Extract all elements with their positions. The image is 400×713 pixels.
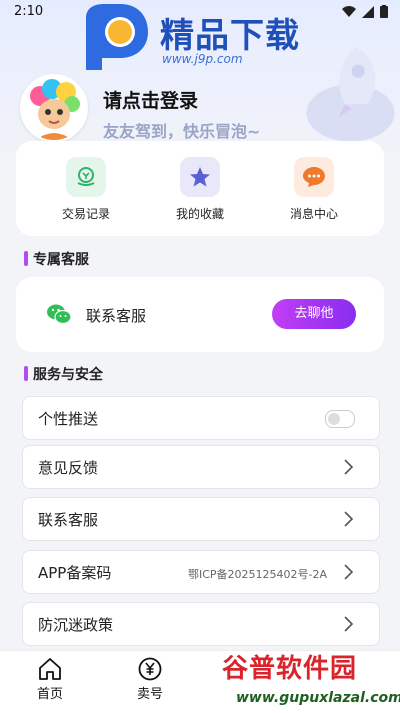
quick-action-icon-bg <box>294 157 334 197</box>
chat-button[interactable]: 去聊他 <box>272 299 356 329</box>
profile-subtitle: 友友驾到，快乐冒泡~ <box>103 122 261 141</box>
settings-row-feedback[interactable]: 意见反馈 <box>22 445 380 489</box>
settings-row-contact[interactable]: 联系客服 <box>22 497 380 541</box>
watermark-gupu-title: 谷普软件园 <box>222 654 358 684</box>
quick-action-icon-bg <box>66 157 106 197</box>
status-time: 2:10 <box>14 4 44 19</box>
quick-action-transactions[interactable]: 交易记录 <box>36 157 136 222</box>
message-icon <box>303 167 325 187</box>
section-title-exclusive-service: 专属客服 <box>24 249 89 269</box>
battery-icon <box>380 5 388 18</box>
settings-row-label: 意见反馈 <box>38 459 99 477</box>
quick-action-icon-bg <box>180 157 220 197</box>
push-toggle[interactable] <box>325 410 355 428</box>
signal-icon <box>362 5 374 18</box>
quick-action-label: 我的收藏 <box>175 207 224 221</box>
settings-row-label: 联系客服 <box>38 511 99 529</box>
tab-home[interactable]: 首页 <box>20 657 80 702</box>
rocket-illustration <box>306 47 395 142</box>
chevron-right-icon <box>344 616 354 632</box>
chevron-right-icon <box>344 511 354 527</box>
chevron-right-icon <box>344 564 354 580</box>
tab-label: 首页 <box>36 687 63 702</box>
quick-action-favorites[interactable]: 我的收藏 <box>150 157 250 222</box>
yuan-icon <box>138 657 162 681</box>
wifi-icon <box>342 5 356 17</box>
wechat-icon <box>47 304 72 325</box>
home-icon <box>39 658 61 680</box>
quick-actions-card: 交易记录 我的收藏 消息中心 <box>16 141 384 236</box>
star-icon <box>190 167 210 187</box>
settings-row-anti-addiction[interactable]: 防沉迷政策 <box>22 602 380 646</box>
avatar[interactable] <box>20 74 88 142</box>
login-prompt[interactable]: 请点击登录 <box>103 86 198 113</box>
status-bar: 2:10 <box>0 0 400 24</box>
settings-row-label: APP备案码 <box>38 564 112 582</box>
quick-action-label: 交易记录 <box>61 207 110 221</box>
section-title-services-security: 服务与安全 <box>24 364 103 384</box>
settings-row-label: 防沉迷政策 <box>38 616 114 634</box>
quick-action-messages[interactable]: 消息中心 <box>264 157 364 222</box>
watermark-gupu-url: www.gupuxlazal.com <box>236 690 400 706</box>
toggle-knob <box>328 413 340 425</box>
tab-label: 卖号 <box>136 687 163 702</box>
transaction-record-icon <box>77 167 95 186</box>
settings-row-push[interactable]: 个性推送 <box>22 396 380 440</box>
chevron-right-icon <box>344 459 354 475</box>
watermark-gupu: 谷普软件园 www.gupuxlazal.com <box>216 648 400 712</box>
contact-service-label: 联系客服 <box>86 307 147 325</box>
icp-value: 鄂ICP备2025125402号-2A <box>187 568 327 581</box>
quick-action-label: 消息中心 <box>289 207 338 221</box>
watermark-url: www.j9p.com <box>162 52 243 66</box>
tab-sell[interactable]: 卖号 <box>120 657 180 702</box>
settings-row-icp[interactable]: APP备案码 鄂ICP备2025125402号-2A <box>22 550 380 594</box>
settings-row-label: 个性推送 <box>38 410 99 428</box>
exclusive-service-card: 联系客服 去聊他 <box>16 277 384 352</box>
